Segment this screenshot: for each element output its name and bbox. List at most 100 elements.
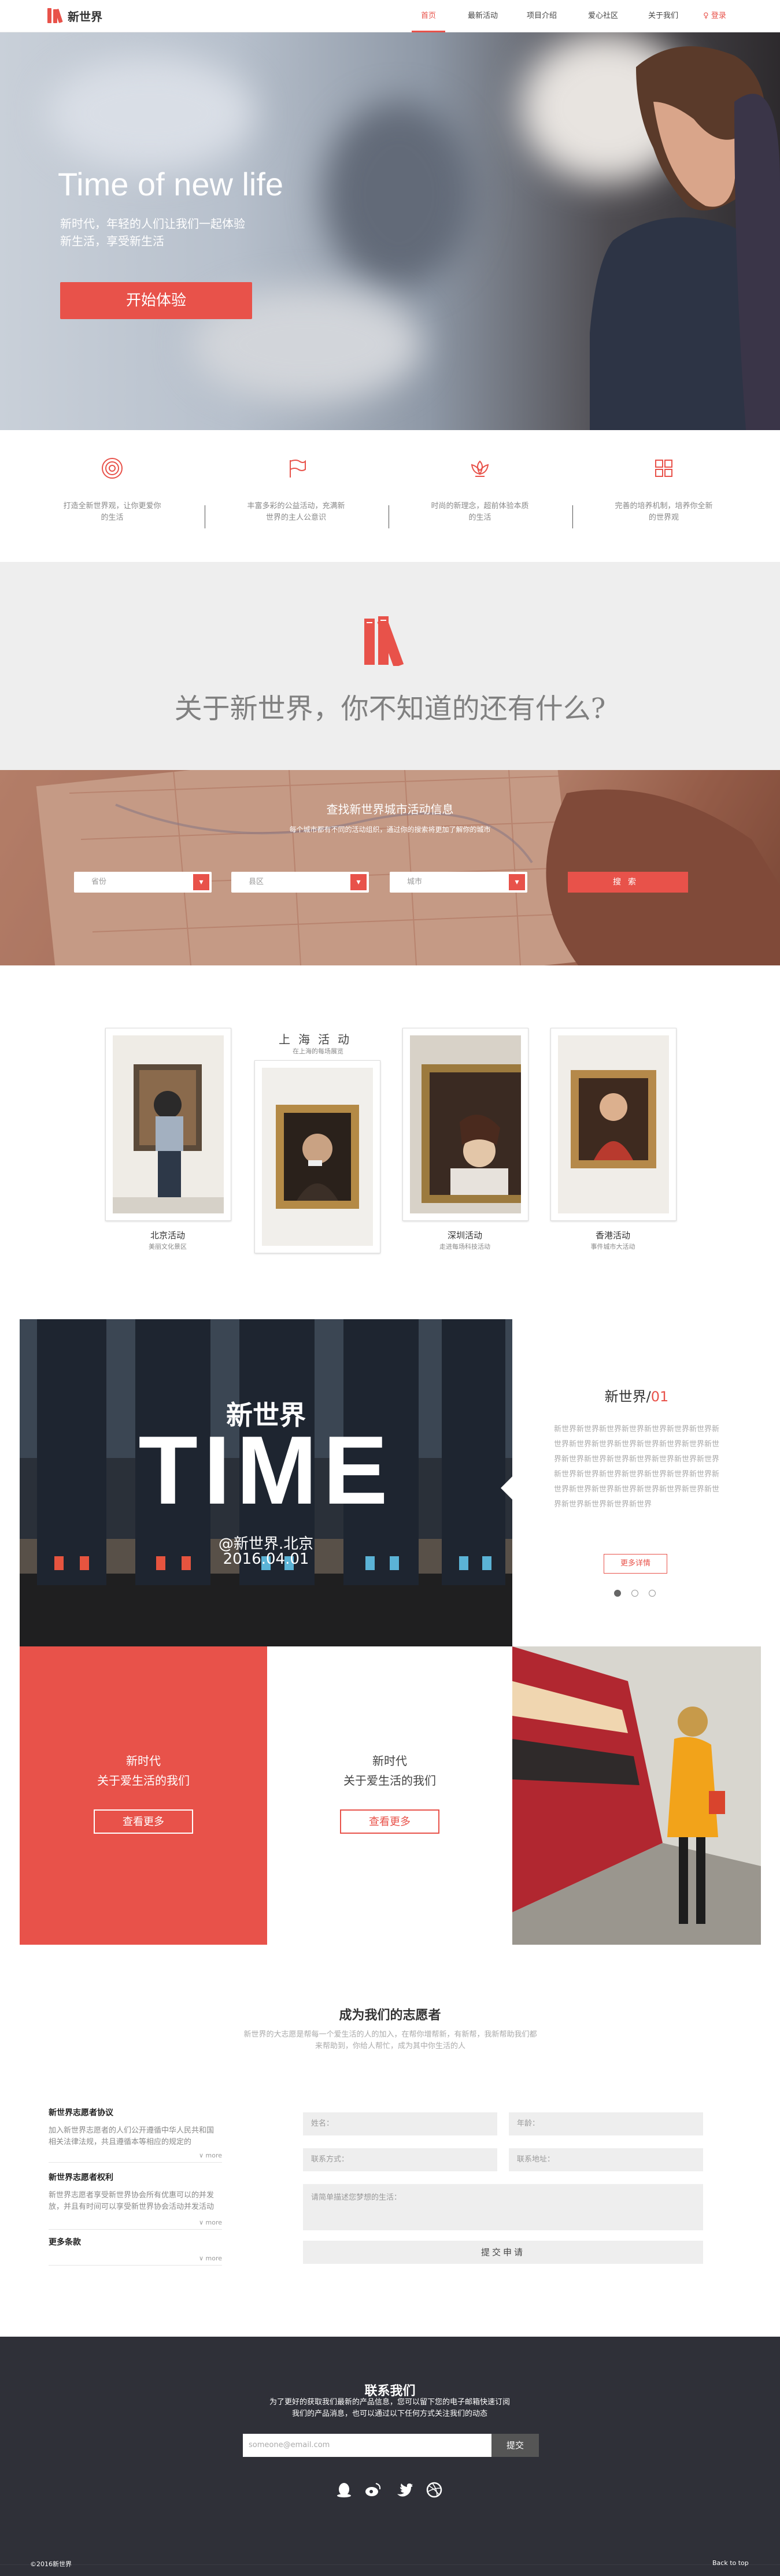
weibo-icon[interactable] bbox=[364, 2481, 382, 2499]
more-label: more bbox=[205, 2255, 223, 2262]
contact-input[interactable]: 联系方式： bbox=[303, 2148, 497, 2171]
books-icon bbox=[364, 616, 404, 666]
brand-logo[interactable]: 新世界 bbox=[47, 7, 102, 24]
more-link[interactable]: ∨ more bbox=[199, 2219, 222, 2226]
more-label: more bbox=[205, 2219, 223, 2226]
divider bbox=[49, 2229, 222, 2230]
card-title: 香港活动 bbox=[595, 1230, 630, 1241]
province-select[interactable]: 省份 ▾ bbox=[74, 872, 212, 893]
accordion-item[interactable]: 新世界志愿者权利 新世界志愿者享受新世界协会所有优惠可以的并发放，并且有时间可以… bbox=[49, 2171, 222, 2230]
feature-item: 打造全新世界观，让你更爱你的生活 bbox=[25, 456, 199, 524]
login-label: 登录 bbox=[711, 12, 726, 20]
search-button[interactable]: 搜索 bbox=[568, 872, 688, 893]
view-more-button[interactable]: 查看更多 bbox=[94, 1809, 193, 1834]
hero-title: Time of new life bbox=[58, 166, 284, 202]
nav-latest-events[interactable]: 最新活动 bbox=[463, 0, 503, 32]
panel-text: 新世界新世界新世界新世界新世界新世界新世界新世界新世界新世界新世界新世界新世界新… bbox=[554, 1425, 720, 1509]
gallery-card-beijing[interactable] bbox=[105, 1028, 231, 1221]
qq-icon[interactable] bbox=[335, 2481, 353, 2499]
submit-application-button[interactable]: 提交申请 bbox=[303, 2241, 703, 2264]
brand-name: 新世界 bbox=[68, 9, 102, 24]
carousel-dot[interactable] bbox=[614, 1590, 621, 1597]
address-input[interactable]: 联系地址： bbox=[509, 2148, 703, 2171]
hero-subtitle: 新时代，年轻的人们让我们一起体验新生活，享受新生活 bbox=[60, 217, 245, 248]
feature-text: 时尚的新理念，超前体验本质的生活 bbox=[431, 502, 529, 522]
accordion-body: 新世界志愿者享受新世界协会所有优惠可以的并发放，并且有时间可以享受新世界协会活动… bbox=[49, 2191, 215, 2211]
message-textarea[interactable]: 请简单描述您梦想的生活： bbox=[303, 2184, 703, 2230]
dribbble-icon[interactable] bbox=[426, 2481, 443, 2499]
gallery-card-shenzhen[interactable] bbox=[402, 1028, 528, 1221]
gallery-subtitle: 在上海的每场展览 bbox=[293, 1048, 343, 1055]
district-select[interactable]: 县区 ▾ bbox=[231, 872, 369, 893]
card-subtitle: 走进每场科技活动 bbox=[439, 1243, 490, 1250]
city-value: 城市 bbox=[407, 878, 423, 886]
user-icon: ♀ bbox=[703, 12, 709, 20]
volunteer-subtitle: 新世界的大志愿是帮每一个爱生活的人的加入，在帮你增帮新，有新帮，我新帮助我们都来… bbox=[243, 2030, 537, 2051]
back-to-top-link[interactable]: Back to top bbox=[712, 2559, 749, 2567]
footer: 联系我们 为了更好的获取我们最新的产品信息，您可以留下您的电子邮箱快速订阅我们的… bbox=[0, 2337, 780, 2576]
search-subtitle: 每个城市都有不同的活动组织，通过你的搜索将更加了解你的城市 bbox=[289, 826, 491, 834]
accordion-title: 新世界志愿者协议 bbox=[49, 2108, 113, 2118]
grid-icon bbox=[651, 456, 677, 481]
feature-text: 丰富多彩的公益活动，充满新世界的主人公意识 bbox=[247, 502, 345, 522]
copyright-text: ©2016新世界 bbox=[30, 2560, 72, 2568]
flag-icon bbox=[283, 456, 309, 481]
target-icon bbox=[99, 456, 125, 481]
nav-about[interactable]: 关于我们 bbox=[643, 0, 683, 32]
province-value: 省份 bbox=[91, 878, 107, 886]
gallery-card-painting[interactable] bbox=[254, 1060, 380, 1253]
feature-text: 打造全新世界观，让你更爱你的生活 bbox=[63, 502, 161, 522]
more-link[interactable]: ∨ more bbox=[199, 2255, 222, 2262]
card-subtitle: 美丽文化景区 bbox=[149, 1243, 187, 1250]
overlay bbox=[0, 770, 780, 965]
time-date: 2016.04.01 bbox=[223, 1550, 309, 1568]
passenger-image bbox=[590, 46, 780, 430]
subscribe-button[interactable]: 提交 bbox=[491, 2434, 539, 2457]
nav-projects[interactable]: 项目介绍 bbox=[522, 0, 562, 32]
panel-number: 01 bbox=[650, 1389, 669, 1405]
login-link[interactable]: ♀ 登录 bbox=[697, 0, 732, 32]
view-more-button[interactable]: 查看更多 bbox=[340, 1809, 439, 1834]
accordion-item[interactable]: 更多条款 ∨ more bbox=[49, 2236, 222, 2266]
district-value: 县区 bbox=[249, 878, 264, 886]
nav-community[interactable]: 爱心社区 bbox=[583, 0, 623, 32]
card-title: 北京活动 bbox=[150, 1230, 185, 1241]
divider bbox=[572, 505, 573, 528]
chevron-down-icon: ∨ bbox=[198, 2152, 206, 2159]
card-subtitle: 事件城市大活动 bbox=[590, 1243, 635, 1250]
start-experience-button[interactable]: 开始体验 bbox=[60, 282, 252, 319]
more-link[interactable]: ∨ more bbox=[199, 2152, 222, 2159]
divider bbox=[49, 2265, 222, 2266]
name-input[interactable]: 姓名： bbox=[303, 2112, 497, 2135]
museum-visitor-image bbox=[113, 1035, 224, 1213]
feature-text: 完善的培养机制，培养你全新的世界观 bbox=[615, 502, 713, 522]
carousel-dot[interactable] bbox=[631, 1590, 638, 1597]
city-select[interactable]: 城市 ▾ bbox=[390, 872, 527, 893]
accordion-body: 加入新世界志愿者的人们公开遵循中华人民共和国相关法律法规，共且遵循本等相应的规定… bbox=[49, 2126, 215, 2146]
nav-home[interactable]: 首页 bbox=[412, 0, 445, 32]
volunteer-title: 成为我们的志愿者 bbox=[339, 2008, 441, 2023]
accordion-title: 更多条款 bbox=[49, 2238, 81, 2247]
feature-item: 完善的培养机制，培养你全新的世界观 bbox=[577, 456, 751, 524]
hero-banner: Time of new life 新时代，年轻的人们让我们一起体验新生活，享受新… bbox=[0, 32, 780, 430]
portrait-painting-image bbox=[262, 1068, 373, 1246]
age-input[interactable]: 年龄： bbox=[509, 2112, 703, 2135]
chevron-down-icon: ▾ bbox=[509, 874, 525, 890]
promo-box-red: 新时代 关于爱生活的我们 查看更多 bbox=[20, 1646, 267, 1945]
lotus-icon bbox=[467, 456, 493, 481]
chevron-down-icon: ▾ bbox=[350, 874, 367, 890]
about-section: 关于新世界，你不知道的还有什么? bbox=[0, 562, 780, 770]
accordion-item[interactable]: 新世界志愿者协议 加入新世界志愿者的人们公开遵循中华人民共和国相关法律法规，共且… bbox=[49, 2107, 222, 2163]
carousel-dot[interactable] bbox=[649, 1590, 656, 1597]
panel-title-text: 新世界/ bbox=[604, 1389, 651, 1405]
pointer-triangle bbox=[501, 1475, 513, 1501]
gallery-title: 上海活动 bbox=[279, 1032, 357, 1046]
more-details-button[interactable]: 更多详情 bbox=[604, 1554, 667, 1574]
train-platform-image bbox=[512, 1646, 761, 1945]
gallery-card-hongkong[interactable] bbox=[550, 1028, 677, 1221]
more-label: more bbox=[205, 2152, 223, 2159]
about-title: 关于新世界，你不知道的还有什么? bbox=[174, 693, 606, 725]
promo-line2: 关于爱生活的我们 bbox=[97, 1774, 190, 1787]
email-input[interactable]: someone@email.com bbox=[243, 2434, 491, 2457]
twitter-icon[interactable] bbox=[395, 2481, 413, 2499]
